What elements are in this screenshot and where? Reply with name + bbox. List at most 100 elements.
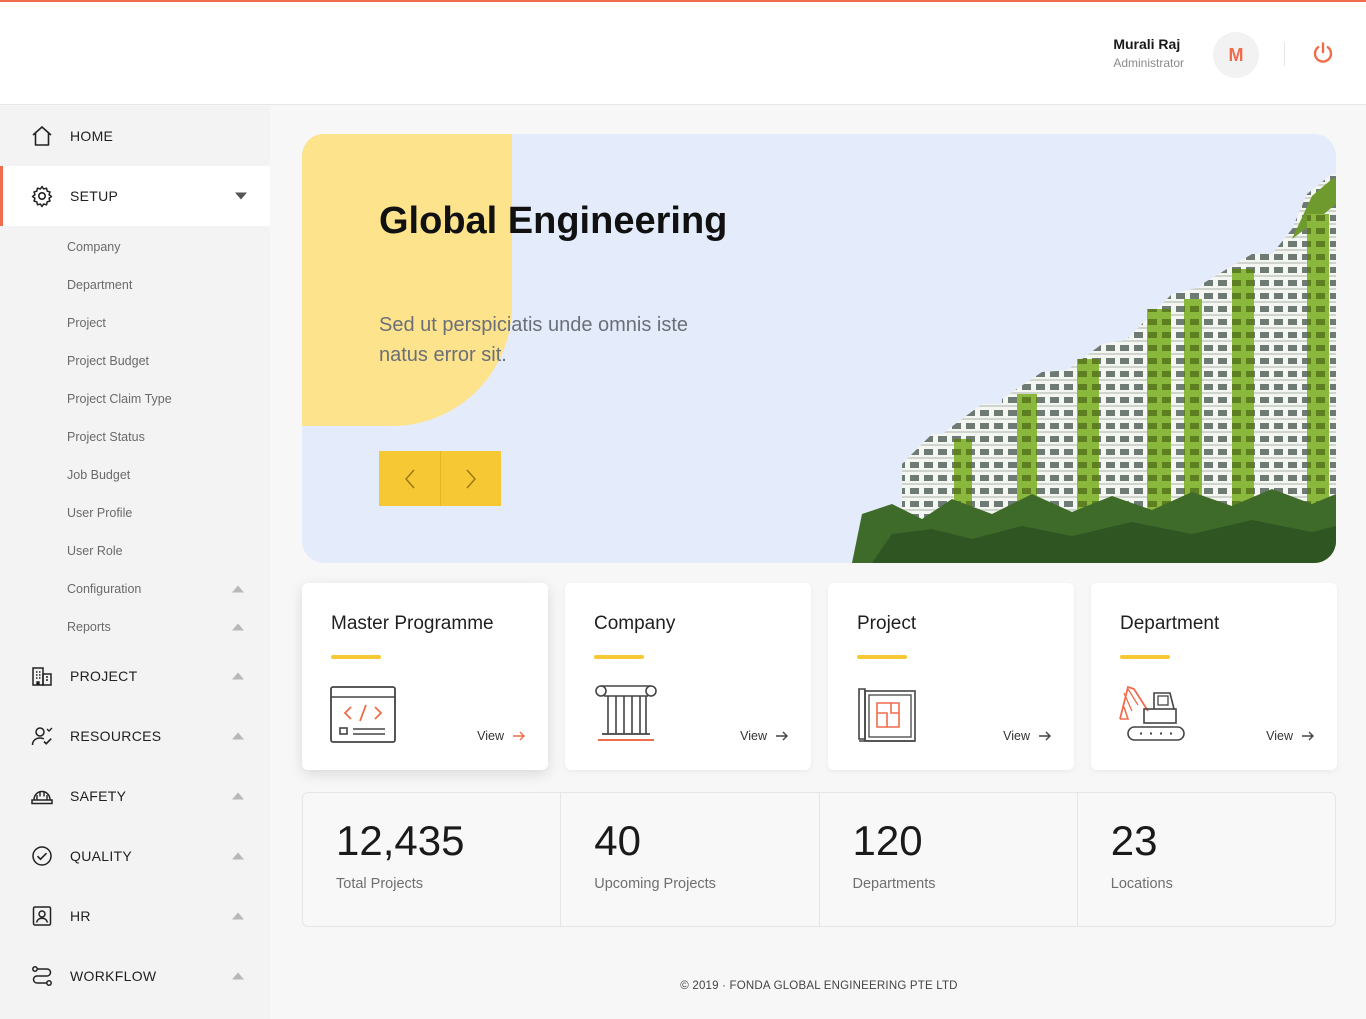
card-accent-bar — [594, 655, 644, 659]
excavator-icon — [1119, 685, 1185, 741]
hero-banner: Global Engineering Sed ut perspiciatis u… — [302, 134, 1336, 563]
card-view-link[interactable]: View — [477, 729, 526, 743]
building-icon — [32, 667, 52, 686]
hero-carousel-controls — [379, 451, 501, 506]
logout-button[interactable] — [1310, 40, 1336, 66]
card-project[interactable]: Project View — [828, 583, 1074, 770]
submenu-label: Company — [67, 240, 121, 254]
submenu-label: Project Claim Type — [67, 392, 172, 406]
card-company[interactable]: Company View — [565, 583, 811, 770]
submenu-label: Project Status — [67, 430, 145, 444]
stat-departments: 120 Departments — [820, 793, 1078, 926]
sidebar-item-label: SAFETY — [70, 788, 127, 804]
submenu-label: User Profile — [67, 506, 133, 520]
sidebar-item-label: WORKFLOW — [70, 968, 157, 984]
submenu-item-department[interactable]: Department — [0, 266, 270, 304]
pillar-icon — [595, 685, 657, 741]
view-label: View — [1266, 729, 1293, 743]
submenu-item-job-budget[interactable]: Job Budget — [0, 456, 270, 494]
view-label: View — [740, 729, 767, 743]
submenu-label: Project — [67, 316, 106, 330]
card-accent-bar — [331, 655, 381, 659]
card-title: Department — [1120, 613, 1220, 634]
setup-submenu: Company Department Project Project Budge… — [0, 226, 270, 646]
sidebar-item-safety[interactable]: SAFETY — [0, 766, 270, 826]
check-circle-icon — [32, 846, 52, 866]
card-view-link[interactable]: View — [740, 729, 789, 743]
stat-label: Locations — [1110, 876, 1173, 892]
chevron-up-icon — [232, 672, 244, 680]
sidebar-item-resources[interactable]: RESOURCES — [0, 706, 270, 766]
hard-hat-icon — [31, 790, 53, 805]
submenu-item-project-budget[interactable]: Project Budget — [0, 342, 270, 380]
chevron-up-icon — [232, 585, 244, 593]
arrow-right-icon — [1039, 731, 1051, 741]
carousel-prev-button[interactable] — [379, 451, 440, 506]
chevron-up-icon — [232, 792, 244, 800]
sidebar-item-setup[interactable]: SETUP — [0, 166, 270, 226]
submenu-label: Configuration — [67, 582, 142, 596]
stat-upcoming-projects: 40 Upcoming Projects — [561, 793, 820, 926]
stats-panel: 12,435 Total Projects 40 Upcoming Projec… — [302, 792, 1336, 927]
submenu-label: Job Budget — [67, 468, 131, 482]
avatar[interactable]: M — [1213, 32, 1259, 78]
carousel-next-button[interactable] — [440, 451, 501, 506]
home-icon — [32, 126, 52, 146]
code-window-icon — [330, 686, 396, 743]
submenu-item-user-profile[interactable]: User Profile — [0, 494, 270, 532]
stat-value: 12,435 — [336, 817, 465, 864]
card-master-programme[interactable]: Master Programme View — [302, 583, 548, 770]
top-header: Murali Raj Administrator M — [0, 0, 1366, 105]
submenu-item-project-status[interactable]: Project Status — [0, 418, 270, 456]
sidebar-item-home[interactable]: HOME — [0, 106, 270, 166]
view-label: View — [1003, 729, 1030, 743]
blueprint-icon — [858, 688, 916, 742]
chevron-up-icon — [232, 912, 244, 920]
sidebar: HOME SETUP Company Department Project Pr… — [0, 106, 270, 1019]
submenu-label: User Role — [67, 544, 123, 558]
view-label: View — [477, 729, 504, 743]
card-accent-bar — [1120, 655, 1170, 659]
hero-subtitle: Sed ut perspiciatis unde omnis iste natu… — [379, 314, 689, 366]
user-info[interactable]: Murali Raj Administrator — [1113, 36, 1184, 70]
stat-label: Upcoming Projects — [594, 876, 716, 892]
chevron-right-icon — [466, 469, 477, 488]
arrow-right-icon — [513, 731, 525, 741]
submenu-item-project-claim-type[interactable]: Project Claim Type — [0, 380, 270, 418]
sidebar-item-label: PROJECT — [70, 668, 138, 684]
stat-label: Departments — [852, 876, 936, 892]
card-view-link[interactable]: View — [1266, 729, 1315, 743]
submenu-item-reports[interactable]: Reports — [0, 608, 270, 646]
submenu-item-company[interactable]: Company — [0, 228, 270, 266]
chevron-left-icon — [404, 469, 415, 488]
stat-value: 23 — [1110, 817, 1158, 864]
arrow-right-icon — [776, 731, 788, 741]
chevron-up-icon — [232, 732, 244, 740]
sidebar-item-workflow[interactable]: WORKFLOW — [0, 946, 270, 1006]
card-accent-bar — [857, 655, 907, 659]
sidebar-item-label: HOME — [70, 128, 114, 144]
user-check-icon — [31, 727, 53, 746]
submenu-label: Project Budget — [67, 354, 149, 368]
sidebar-item-hr[interactable]: HR — [0, 886, 270, 946]
submenu-item-project[interactable]: Project — [0, 304, 270, 342]
submenu-label: Department — [67, 278, 133, 292]
stat-locations: 23 Locations — [1078, 793, 1335, 926]
card-view-link[interactable]: View — [1003, 729, 1052, 743]
card-title: Master Programme — [331, 613, 494, 634]
submenu-item-configuration[interactable]: Configuration — [0, 570, 270, 608]
user-role: Administrator — [1113, 56, 1184, 70]
sidebar-item-quality[interactable]: QUALITY — [0, 826, 270, 886]
id-badge-icon — [32, 906, 52, 926]
submenu-label: Reports — [67, 620, 111, 634]
sidebar-item-project[interactable]: PROJECT — [0, 646, 270, 706]
submenu-item-user-role[interactable]: User Role — [0, 532, 270, 570]
card-department[interactable]: Department View — [1091, 583, 1337, 770]
sidebar-item-label: QUALITY — [70, 848, 133, 864]
chevron-down-icon — [235, 192, 247, 200]
sidebar-item-label: RESOURCES — [70, 728, 162, 744]
stat-label: Total Projects — [336, 876, 424, 892]
stat-value: 120 — [852, 817, 923, 864]
arrow-right-icon — [1302, 731, 1314, 741]
footer-copyright: © 2019 · FONDA GLOBAL ENGINEERING PTE LT… — [680, 980, 958, 992]
